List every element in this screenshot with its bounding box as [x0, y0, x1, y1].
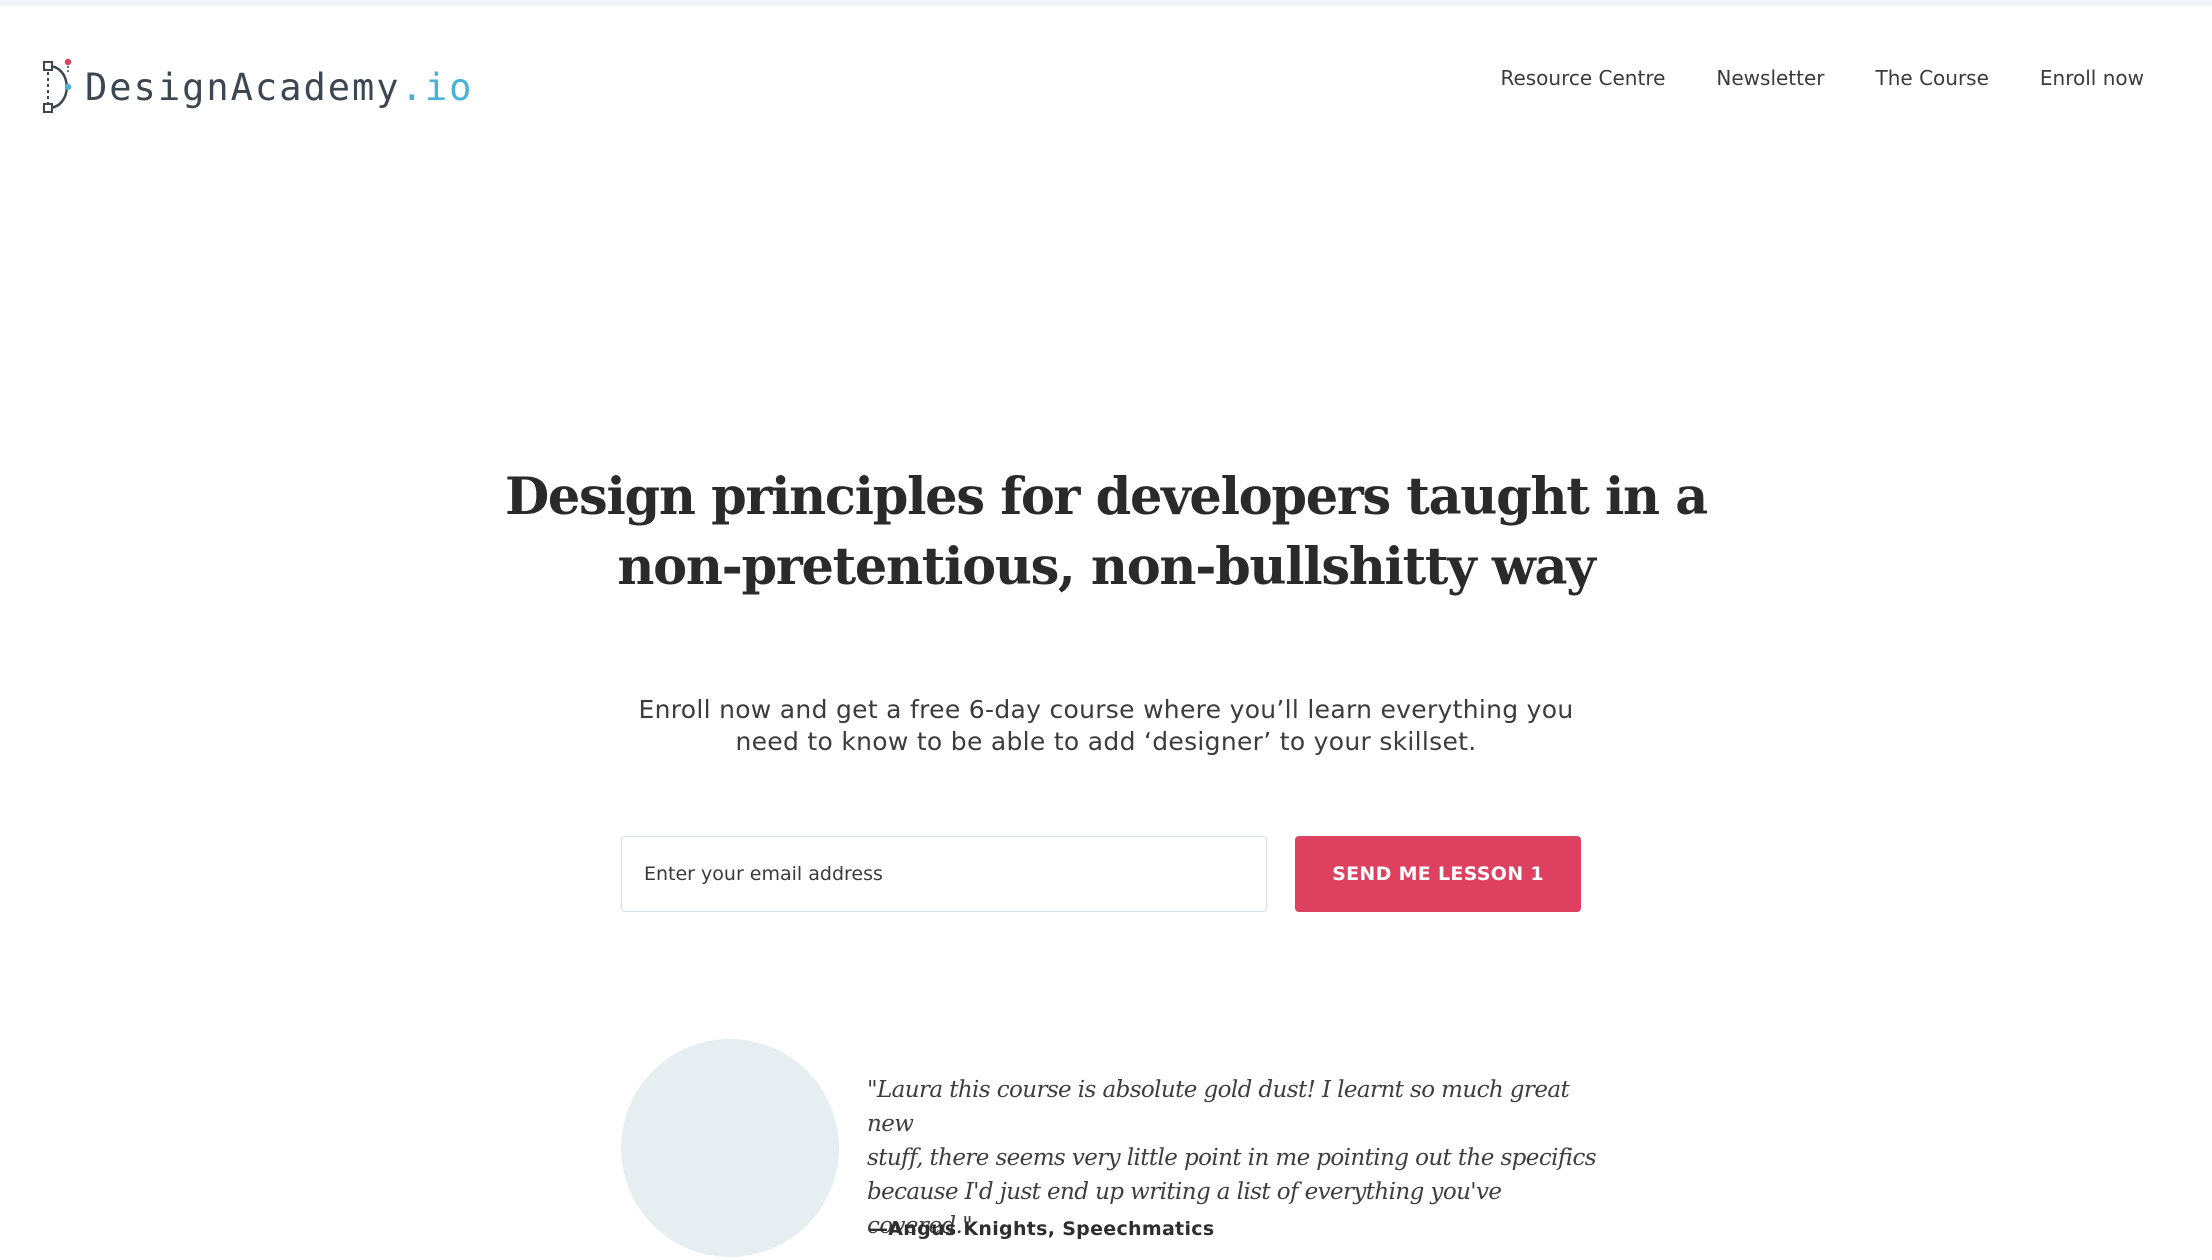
hero-subtitle: Enroll now and get a free 6-day course w…: [606, 694, 1606, 758]
hero-title-line-2: non-pretentious, non-bullshitty way: [617, 537, 1596, 597]
hero-title-line-1: Design principles for developers taught …: [504, 467, 1708, 527]
nav-newsletter[interactable]: Newsletter: [1716, 66, 1824, 90]
hero-subtitle-line-1: Enroll now and get a free 6-day course w…: [638, 695, 1574, 724]
send-lesson-button[interactable]: SEND ME LESSON 1: [1295, 836, 1581, 912]
nav-enroll-now[interactable]: Enroll now: [2040, 66, 2144, 90]
quote-line-1: "Laura this course is absolute gold dust…: [867, 1077, 1570, 1137]
hero-subtitle-line-2: need to know to be able to add ‘designer…: [735, 727, 1477, 756]
testimonial-author: —Angus Knights, Speechmatics: [869, 1218, 1215, 1240]
top-strip: [0, 0, 2212, 6]
logo-link[interactable]: DesignAcademy.io: [39, 57, 473, 117]
design-academy-logo-icon: [43, 58, 72, 113]
quote-line-2: stuff, there seems very little point in …: [867, 1145, 1597, 1171]
logo-tld: .io: [400, 65, 474, 109]
testimonial-avatar: [621, 1039, 839, 1257]
main-nav: Resource Centre Newsletter The Course En…: [1500, 66, 2144, 90]
nav-the-course[interactable]: The Course: [1876, 66, 1989, 90]
nav-resource-centre[interactable]: Resource Centre: [1500, 66, 1665, 90]
hero-title: Design principles for developers taught …: [406, 462, 1806, 602]
email-input[interactable]: [621, 836, 1267, 912]
logo-wordmark: DesignAcademy.io: [85, 66, 473, 109]
logo-name: DesignAcademy: [85, 65, 401, 109]
